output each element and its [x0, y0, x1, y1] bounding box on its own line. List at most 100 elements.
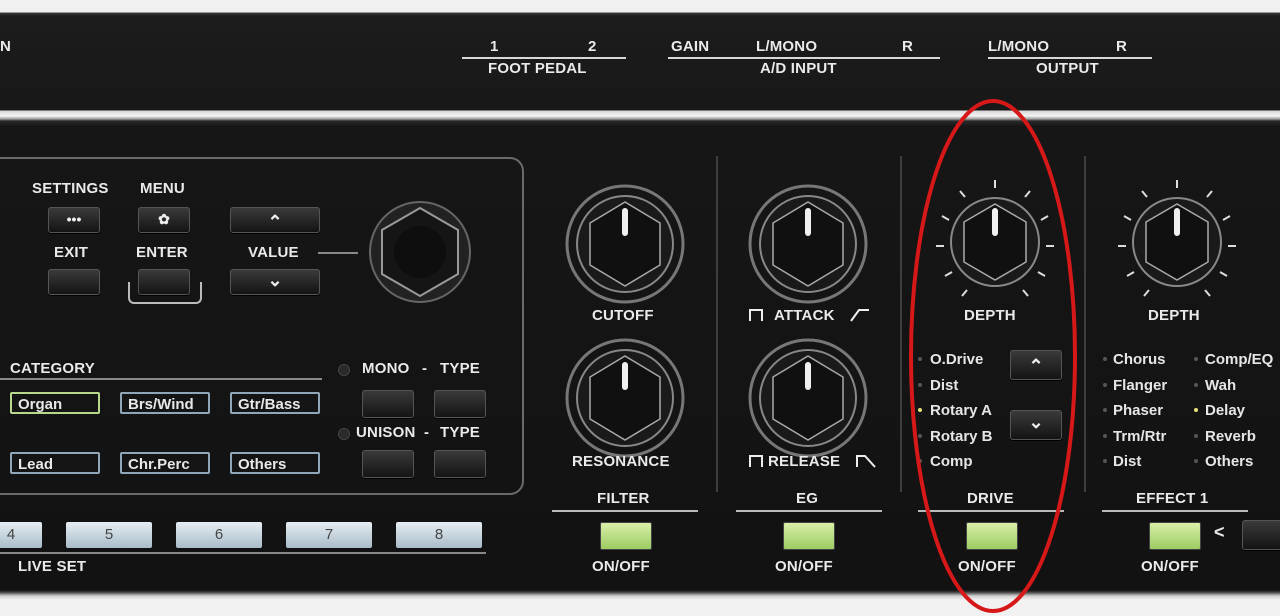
menu-label: MENU: [140, 180, 185, 197]
gear-icon: ✿: [158, 211, 170, 227]
effect1-label: EFFECT 1: [1136, 490, 1209, 507]
value-connector: [318, 252, 358, 254]
effect1-type-chorus: Chorus: [1113, 351, 1166, 368]
divider-filter-eg: [716, 156, 718, 492]
settings-label: SETTINGS: [32, 180, 109, 197]
effect1-type-reverb: Reverb: [1205, 428, 1256, 445]
liveset-button-8[interactable]: 8: [396, 522, 482, 548]
foot-pedal-1-label: 1: [490, 38, 499, 55]
foot-pedal-2-label: 2: [588, 38, 597, 55]
effect1-type-phaser: Phaser: [1113, 402, 1164, 419]
mono-dash: -: [422, 360, 428, 377]
filter-onoff-button[interactable]: [600, 522, 652, 550]
effect1-select-button[interactable]: [1242, 520, 1280, 550]
release-knob[interactable]: [746, 336, 870, 460]
effect1-prev-arrow-icon: <: [1214, 522, 1225, 542]
ad-lmono-label: L/MONO: [756, 38, 818, 55]
liveset-divider: [0, 552, 486, 554]
effect1-type-others: Others: [1205, 453, 1254, 470]
exit-label: EXIT: [54, 244, 89, 261]
release-label: RELEASE: [768, 453, 841, 470]
unison-type-button[interactable]: [434, 450, 486, 478]
effect1-type-delay: Delay: [1205, 402, 1246, 419]
mono-button[interactable]: [362, 390, 414, 418]
chevron-up-icon: ⌃: [267, 212, 283, 232]
unison-button[interactable]: [362, 450, 414, 478]
effect1-onoff-label: ON/OFF: [1141, 558, 1199, 575]
category-brs-wind[interactable]: Brs/Wind: [120, 392, 210, 414]
chevron-down-icon: ⌄: [267, 270, 283, 290]
liveset-button-4[interactable]: 4: [0, 522, 42, 548]
liveset-button-7[interactable]: 7: [286, 522, 372, 548]
effect1-indicator-phaser: [1103, 408, 1107, 412]
out-lmono-label: L/MONO: [988, 38, 1050, 55]
effect1-indicator-reverb: [1194, 434, 1198, 438]
attack-short-envelope-icon: [749, 309, 763, 321]
enter-label: ENTER: [136, 244, 188, 261]
category-title: CATEGORY: [10, 360, 95, 377]
unison-type-label: TYPE: [440, 424, 480, 441]
ad-input-label: A/D INPUT: [760, 60, 837, 77]
effect1-indicator-dist: [1103, 459, 1107, 463]
effect1-type-trm-rtr: Trm/Rtr: [1113, 428, 1167, 445]
effect1-divider: [1102, 510, 1248, 512]
eg-label: EG: [796, 490, 819, 507]
mono-type-button[interactable]: [434, 390, 486, 418]
synth-front-panel: N 1 2 FOOT PEDAL GAIN L/MONO R A/D INPUT…: [0, 0, 1280, 616]
value-dial[interactable]: [366, 198, 474, 306]
drive-highlight-ellipse: [909, 99, 1077, 613]
gain-label: GAIN: [671, 38, 710, 55]
resonance-knob[interactable]: [563, 336, 687, 460]
release-short-envelope-icon: [749, 455, 763, 467]
category-lead[interactable]: Lead: [10, 452, 100, 474]
enter-button[interactable]: [138, 269, 190, 295]
liveset-button-5[interactable]: 5: [66, 522, 152, 548]
cutoff-label: CUTOFF: [592, 307, 654, 324]
effect1-onoff-button[interactable]: [1149, 522, 1201, 550]
category-divider: [0, 378, 322, 380]
cutoff-knob[interactable]: [563, 182, 687, 306]
category-organ[interactable]: Organ: [10, 392, 100, 414]
value-up-button[interactable]: ⌃: [230, 207, 320, 233]
out-r-label: R: [1116, 38, 1128, 55]
mono-type-label: TYPE: [440, 360, 480, 377]
category-others[interactable]: Others: [230, 452, 320, 474]
eg-divider: [736, 510, 882, 512]
foot-pedal-label: FOOT PEDAL: [488, 60, 587, 77]
filter-divider: [552, 510, 698, 512]
attack-knob[interactable]: [746, 182, 870, 306]
liveset-label: LIVE SET: [18, 558, 87, 575]
eg-onoff-label: ON/OFF: [775, 558, 833, 575]
value-label: VALUE: [248, 244, 299, 261]
effect1-type-flanger: Flanger: [1113, 377, 1168, 394]
unison-label: UNISON: [356, 424, 416, 441]
effect1-indicator-wah: [1194, 383, 1198, 387]
ellipsis-icon: •••: [66, 211, 82, 227]
liveset-button-6[interactable]: 6: [176, 522, 262, 548]
effect1-type-wah: Wah: [1205, 377, 1237, 394]
resonance-label: RESONANCE: [572, 453, 670, 470]
attack-slow-envelope-icon: [850, 309, 869, 322]
eg-onoff-button[interactable]: [783, 522, 835, 550]
filter-onoff-label: ON/OFF: [592, 558, 650, 575]
mono-label: MONO: [362, 360, 410, 377]
menu-button[interactable]: ✿: [138, 207, 190, 233]
category-gtr-bass[interactable]: Gtr/Bass: [230, 392, 320, 414]
filter-label: FILTER: [597, 490, 650, 507]
effect1-indicator-others: [1194, 459, 1198, 463]
effect1-indicator-trm-rtr: [1103, 434, 1107, 438]
foot-pedal-divider: [462, 57, 626, 59]
category-chr-perc[interactable]: Chr.Perc: [120, 452, 210, 474]
effect1-indicator-comp-eq: [1194, 357, 1198, 361]
effect1-type-comp-eq: Comp/EQ: [1205, 351, 1274, 368]
settings-button[interactable]: •••: [48, 207, 100, 233]
unison-dash: -: [424, 424, 430, 441]
value-down-button[interactable]: ⌄: [230, 269, 320, 295]
mono-led: [338, 364, 350, 376]
effect1-depth-knob[interactable]: [1112, 176, 1242, 306]
exit-button[interactable]: [48, 269, 100, 295]
output-label: OUTPUT: [1036, 60, 1099, 77]
effect1-indicator-delay: [1194, 408, 1198, 412]
effect1-type-dist: Dist: [1113, 453, 1142, 470]
release-slow-envelope-icon: [856, 455, 876, 468]
